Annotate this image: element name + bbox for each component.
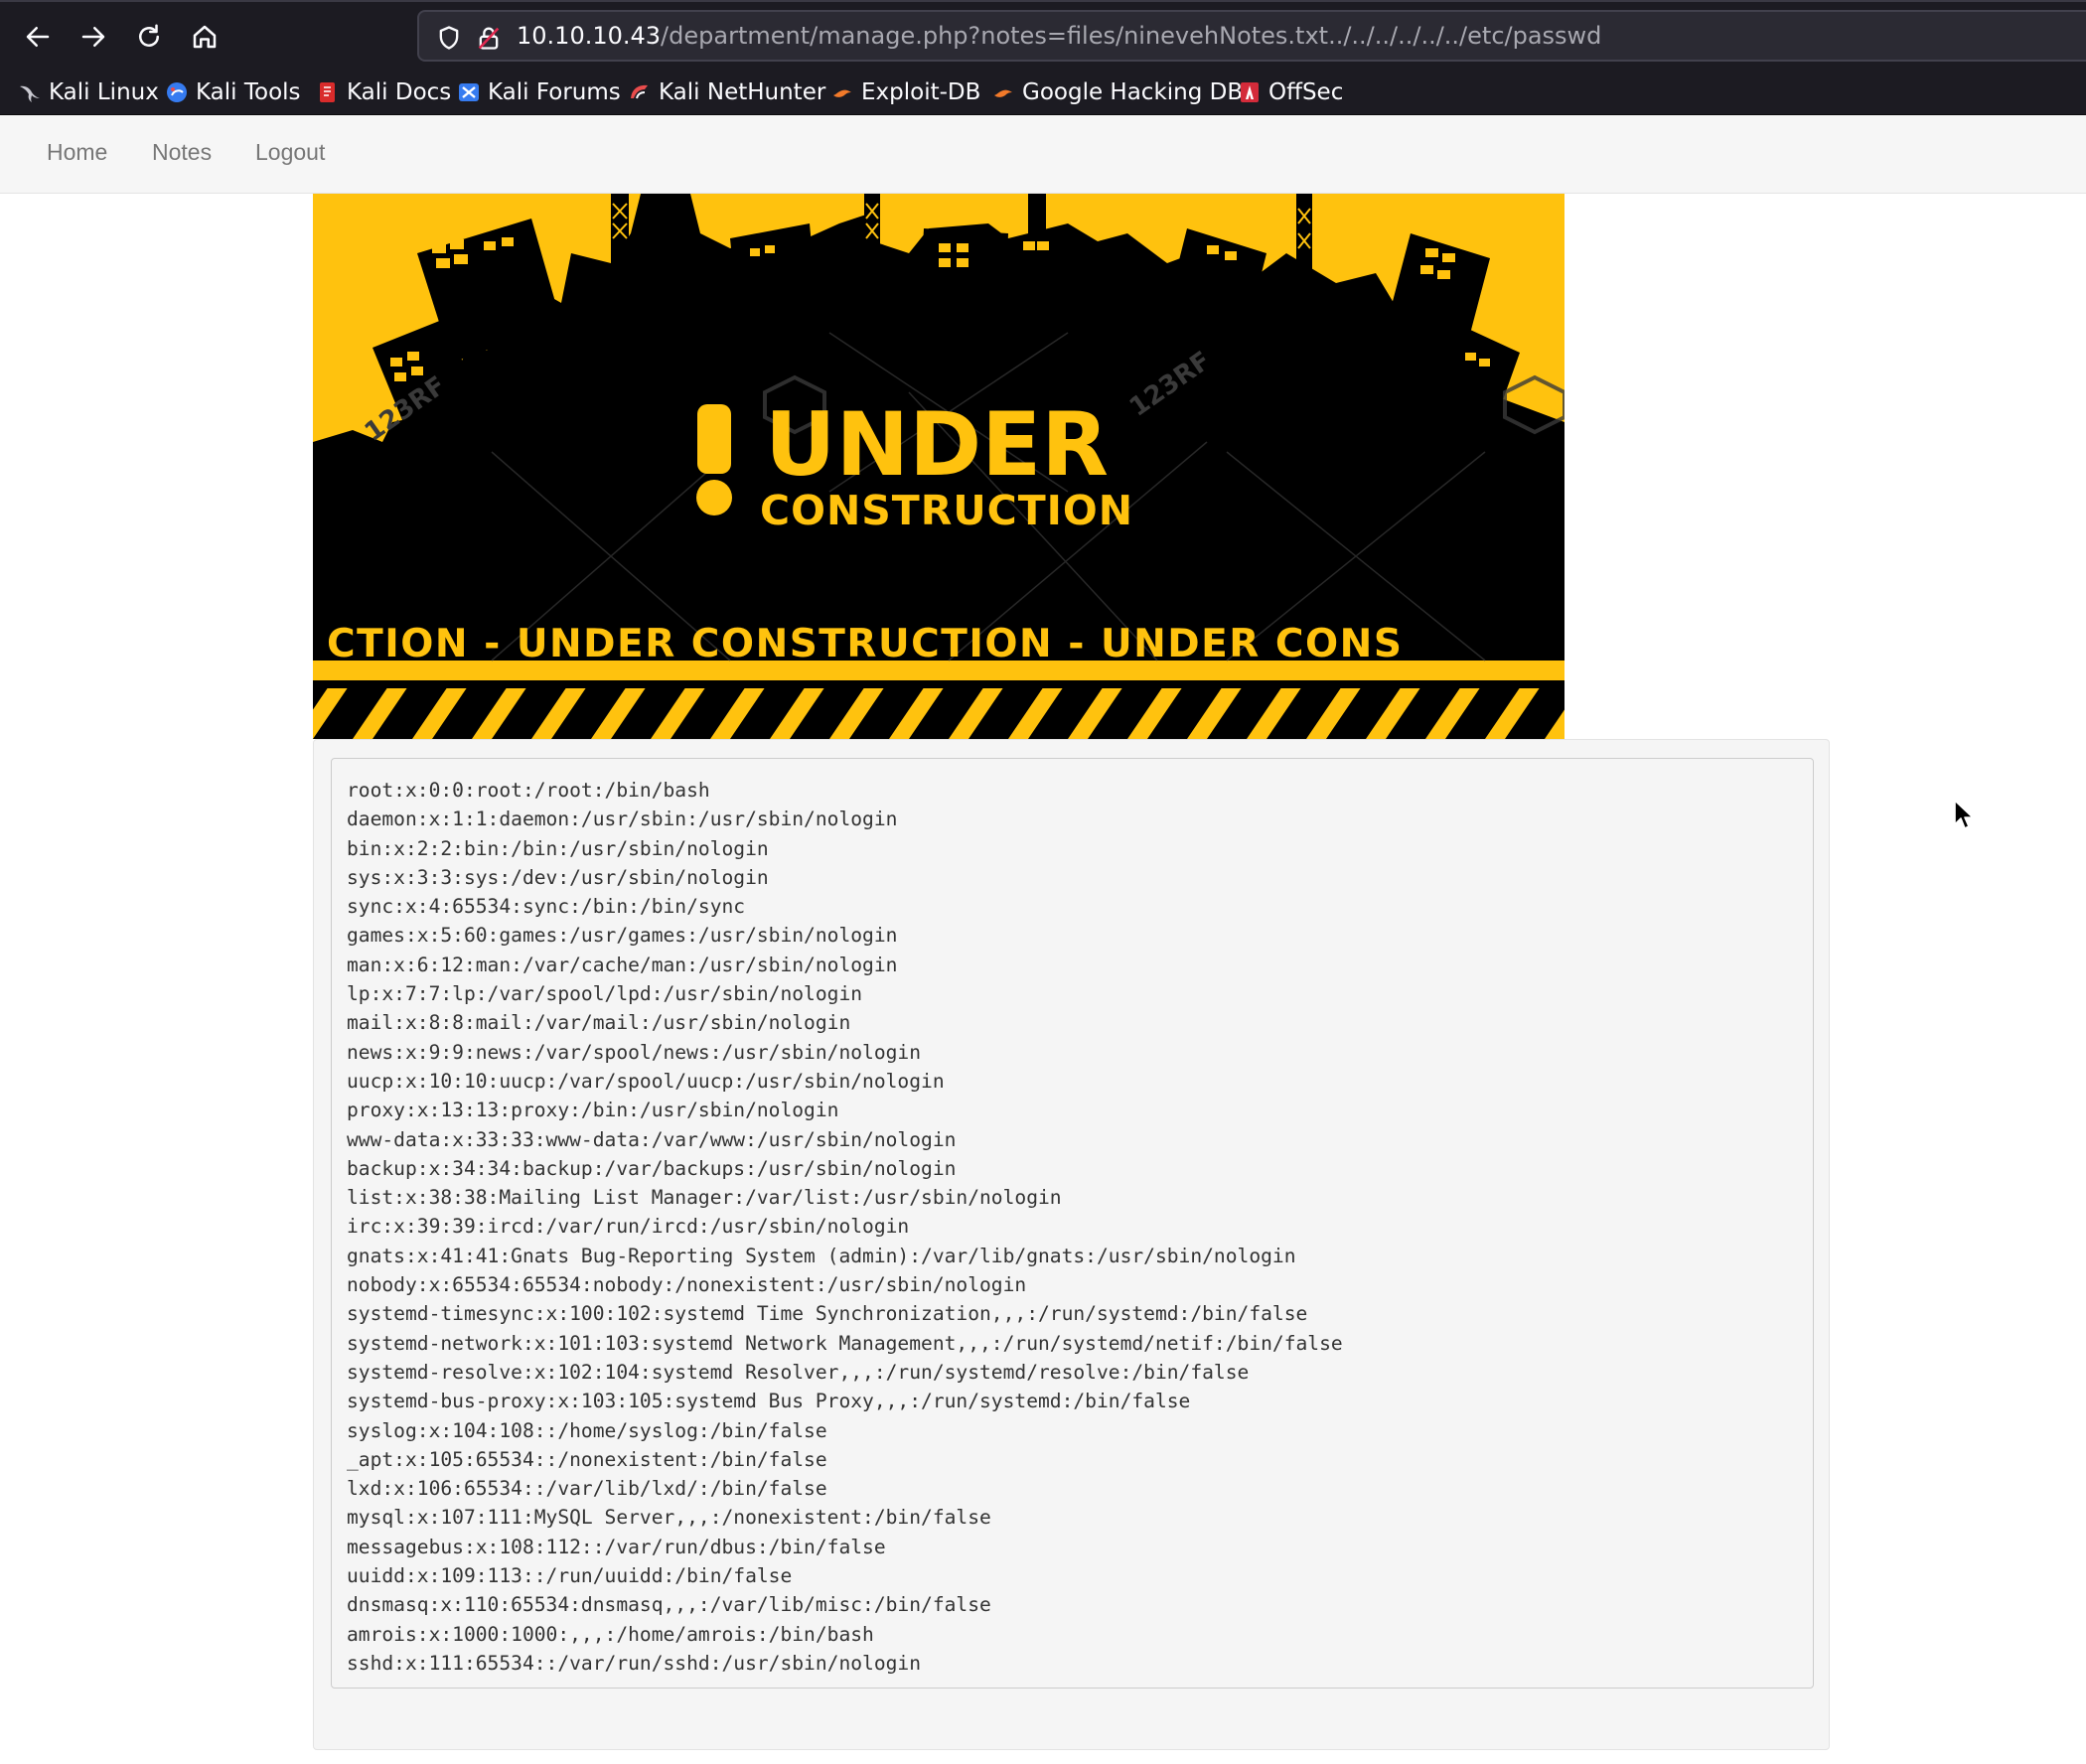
- notes-line: lp:x:7:7:lp:/var/spool/lpd:/usr/sbin/nol…: [347, 982, 863, 1006]
- notes-line: news:x:9:9:news:/var/spool/news:/usr/sbi…: [347, 1040, 922, 1064]
- bookmark-kali-linux[interactable]: Kali Linux: [18, 75, 159, 109]
- notes-line: nobody:x:65534:65534:nobody:/nonexistent…: [347, 1273, 1027, 1297]
- notes-line: systemd-bus-proxy:x:103:105:systemd Bus …: [347, 1390, 1191, 1413]
- notes-line: www-data:x:33:33:www-data:/var/www:/usr/…: [347, 1127, 957, 1151]
- notes-line: amrois:x:1000:1000:,,,:/home/amrois:/bin…: [347, 1622, 874, 1646]
- notes-line: messagebus:x:108:112::/var/run/dbus:/bin…: [347, 1535, 886, 1558]
- notes-line: irc:x:39:39:ircd:/var/run/ircd:/usr/sbin…: [347, 1215, 910, 1239]
- bookmark-exploit-db[interactable]: Exploit-DB: [830, 75, 980, 109]
- bookmark-label: Kali Docs: [347, 79, 452, 105]
- bookmark-label: Kali Forums: [488, 79, 621, 105]
- reload-icon: [139, 24, 159, 47]
- bookmarks-bar: Kali Linux Kali Tools Kali Docs Kali For…: [0, 70, 2086, 115]
- kali-forums-icon: [459, 83, 479, 101]
- banner-title: UNDER: [765, 393, 1109, 496]
- notes-line: man:x:6:12:man:/var/cache/man:/usr/sbin/…: [347, 953, 898, 976]
- insecure-lock-icon[interactable]: [475, 24, 503, 52]
- bookmark-google-hacking-db[interactable]: Google Hacking DB: [991, 75, 1243, 109]
- bookmark-label: Kali Tools: [196, 79, 301, 105]
- notes-line: systemd-network:x:101:103:systemd Networ…: [347, 1331, 1343, 1355]
- arrow-right-icon: [81, 27, 105, 47]
- bookmark-label: Google Hacking DB: [1022, 79, 1244, 105]
- notes-content: root:x:0:0:root:/root:/bin/bash daemon:x:…: [331, 758, 1814, 1689]
- notes-line: mysql:x:107:111:MySQL Server,,,:/nonexis…: [347, 1506, 991, 1530]
- exclamation-icon: [697, 404, 731, 474]
- bookmark-label: Exploit-DB: [861, 79, 981, 105]
- under-construction-banner: 123RF 123RF UNDER CONSTRUCTION CTION - U…: [313, 194, 1564, 739]
- notes-line: sync:x:4:65534:sync:/bin:/bin/sync: [347, 895, 746, 919]
- notes-line: uucp:x:10:10:uucp:/var/spool/uucp:/usr/s…: [347, 1069, 945, 1093]
- mouse-cursor-icon: [1954, 800, 1974, 829]
- site-navbar: Home Notes Logout: [0, 115, 2086, 194]
- notes-line: gnats:x:41:41:Gnats Bug-Reporting System…: [347, 1244, 1296, 1267]
- banner-strip-text: CTION - UNDER CONSTRUCTION - UNDER CONS: [327, 622, 1403, 666]
- browser-toolbar: 10.10.10.43/department/manage.php?notes=…: [0, 0, 2086, 70]
- notes-line: systemd-resolve:x:102:104:systemd Resolv…: [347, 1360, 1250, 1384]
- bookmark-offsec[interactable]: OffSec: [1238, 75, 1343, 109]
- bookmark-kali-docs[interactable]: Kali Docs: [316, 75, 451, 109]
- kali-docs-icon: [320, 82, 335, 102]
- bookmark-label: OffSec: [1268, 79, 1344, 105]
- url-host: 10.10.10.43: [517, 22, 662, 50]
- banner-subtitle: CONSTRUCTION: [760, 487, 1133, 534]
- notes-line: mail:x:8:8:mail:/var/mail:/usr/sbin/nolo…: [347, 1011, 851, 1035]
- nav-logout-link[interactable]: Logout: [255, 139, 325, 166]
- notes-panel: root:x:0:0:root:/root:/bin/bash daemon:x:…: [313, 739, 1830, 1750]
- notes-line: list:x:38:38:Mailing List Manager:/var/l…: [347, 1186, 1062, 1210]
- url-bar[interactable]: 10.10.10.43/department/manage.php?notes=…: [417, 10, 2086, 62]
- notes-line: systemd-timesync:x:100:102:systemd Time …: [347, 1302, 1308, 1326]
- bookmark-label: Kali NetHunter: [659, 79, 826, 105]
- notes-line: _apt:x:105:65534::/nonexistent:/bin/fals…: [347, 1447, 827, 1471]
- nav-home-link[interactable]: Home: [47, 139, 107, 166]
- under-construction-image: 123RF 123RF UNDER CONSTRUCTION CTION - U…: [313, 194, 1564, 739]
- notes-line: sys:x:3:3:sys:/dev:/usr/sbin/nologin: [347, 865, 769, 889]
- url-text[interactable]: 10.10.10.43/department/manage.php?notes=…: [517, 21, 1601, 51]
- bookmark-kali-forums[interactable]: Kali Forums: [457, 75, 621, 109]
- url-path: /department/manage.php?notes=files/ninev…: [661, 22, 1602, 50]
- notes-line: syslog:x:104:108::/home/syslog:/bin/fals…: [347, 1418, 827, 1442]
- bookmark-kali-nethunter[interactable]: Kali NetHunter: [628, 75, 825, 109]
- forward-button[interactable]: [72, 17, 115, 57]
- exploit-db-icon: [833, 89, 851, 97]
- notes-line: proxy:x:13:13:proxy:/bin:/usr/sbin/nolog…: [347, 1099, 839, 1122]
- notes-line: backup:x:34:34:backup:/var/backups:/usr/…: [347, 1156, 957, 1180]
- kali-tools-icon: [167, 82, 187, 102]
- notes-line: daemon:x:1:1:daemon:/usr/sbin:/usr/sbin/…: [347, 808, 898, 831]
- notes-line: dnsmasq:x:110:65534:dnsmasq,,,:/var/lib/…: [347, 1593, 991, 1617]
- kali-dragon-icon: [20, 85, 40, 102]
- notes-line: root:x:0:0:root:/root:/bin/bash: [347, 779, 710, 802]
- notes-line: games:x:5:60:games:/usr/games:/usr/sbin/…: [347, 924, 898, 948]
- back-button[interactable]: [16, 17, 60, 57]
- notes-line: uuidd:x:109:113::/run/uuidd:/bin/false: [347, 1564, 793, 1588]
- nav-notes-link[interactable]: Notes: [152, 139, 212, 166]
- notes-line: lxd:x:106:65534::/var/lib/lxd/:/bin/fals…: [347, 1477, 827, 1501]
- reload-button[interactable]: [127, 17, 171, 57]
- ghdb-icon: [994, 89, 1012, 97]
- notes-line: bin:x:2:2:bin:/bin:/usr/sbin/nologin: [347, 836, 769, 860]
- bookmark-kali-tools[interactable]: Kali Tools: [165, 75, 301, 109]
- kali-nethunter-icon: [631, 84, 648, 99]
- home-icon: [193, 25, 217, 49]
- bookmark-label: Kali Linux: [49, 79, 159, 105]
- home-button[interactable]: [183, 17, 226, 57]
- arrow-left-icon: [26, 27, 50, 47]
- notes-line: sshd:x:111:65534::/var/run/sshd:/usr/sbi…: [347, 1651, 922, 1675]
- offsec-icon: [1241, 82, 1259, 102]
- shield-icon[interactable]: [435, 24, 463, 52]
